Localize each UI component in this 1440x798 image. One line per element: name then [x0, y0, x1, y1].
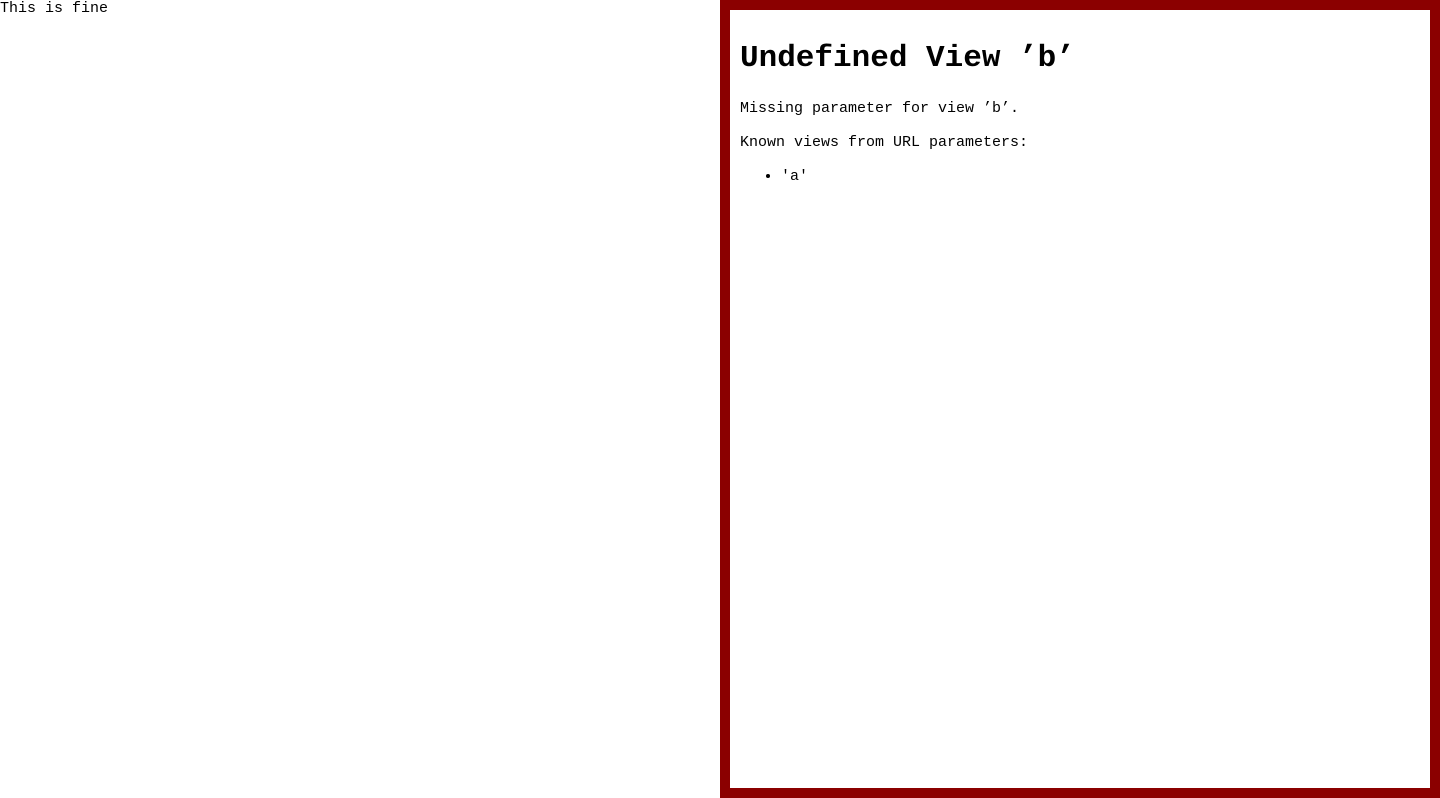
known-views-label: Known views from URL parameters: [740, 134, 1029, 151]
left-view-text: This is fine [0, 0, 109, 17]
left-view-panel: This is fine [0, 0, 720, 798]
known-view-item: 'a' [781, 168, 1420, 185]
known-views-list: 'a' [740, 168, 1420, 185]
undefined-view-error-panel: Undefined View ’b’ Missing parameter for… [720, 0, 1440, 798]
error-title: Undefined View ’b’ [740, 41, 1075, 76]
page: This is fine Undefined View ’b’ Missing … [0, 0, 1440, 798]
error-content: Undefined View ’b’ Missing parameter for… [730, 41, 1430, 186]
error-message: Missing parameter for view ’b’. [740, 100, 1020, 117]
